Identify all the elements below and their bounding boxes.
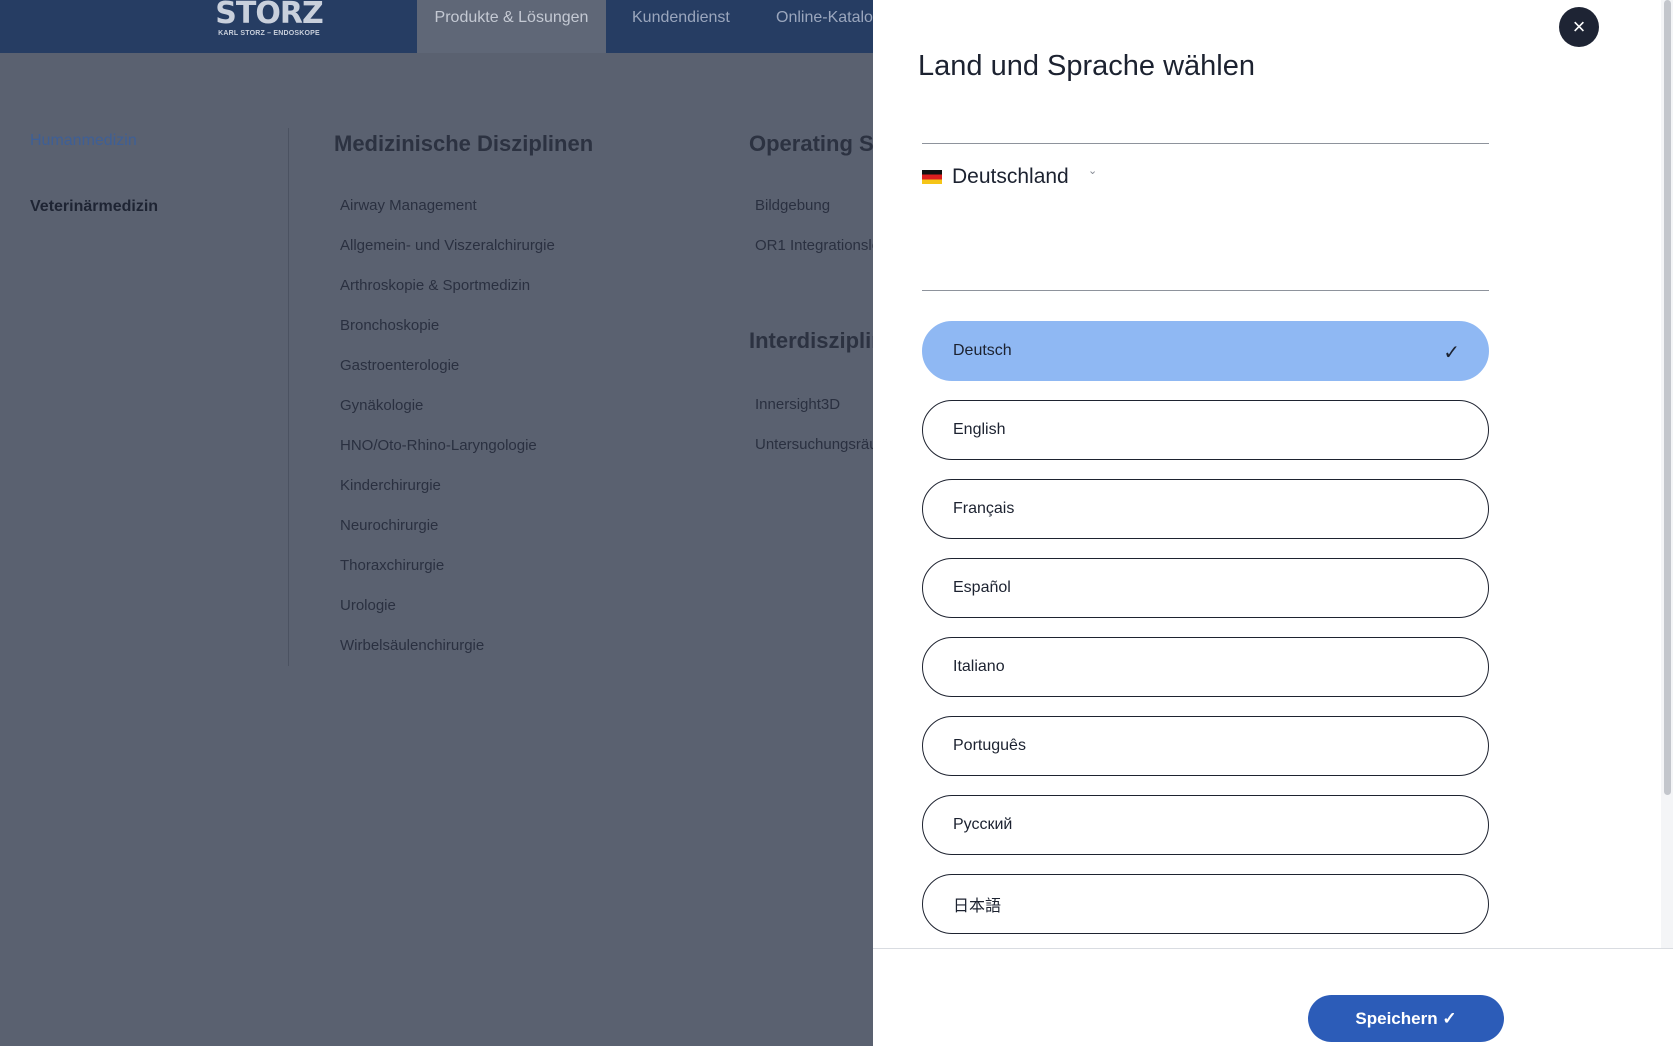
language-option-francais[interactable]: Français <box>922 479 1489 539</box>
menu-link[interactable]: Gynäkologie <box>340 397 555 437</box>
scrollbar-thumb[interactable] <box>1664 0 1671 795</box>
check-icon: ✓ <box>1443 342 1460 364</box>
sidebar-item-humanmedizin[interactable]: Humanmedizin <box>30 132 137 150</box>
language-label: Русский <box>953 816 1013 833</box>
chevron-down-icon: ⌄ <box>1088 165 1098 177</box>
menu-link[interactable]: Airway Management <box>340 197 555 237</box>
language-label: 日本語 <box>953 898 1002 915</box>
language-label: Español <box>953 579 1011 596</box>
menu-link[interactable]: Bildgebung <box>755 197 873 237</box>
language-dialog: Land und Sprache wählen × Deutschland ⌄ … <box>873 0 1673 1046</box>
country-value: Deutschland <box>952 165 1069 188</box>
sidebar-item-veterinaermedizin[interactable]: Veterinärmedizin <box>30 198 158 216</box>
language-label: Português <box>953 737 1026 754</box>
menu-link[interactable]: Untersuchungsräume <box>755 436 873 476</box>
menu-link[interactable]: Thoraxchirurgie <box>340 557 555 597</box>
close-button[interactable]: × <box>1559 7 1599 47</box>
language-label: English <box>953 421 1006 438</box>
divider <box>922 290 1489 291</box>
menu-link[interactable]: Urologie <box>340 597 555 637</box>
storz-logo[interactable]: STORZ KARL STORZ – ENDOSKOPE <box>213 0 325 40</box>
menu-link[interactable]: OR1 Integrationslösungen <box>755 237 873 277</box>
scrollbar[interactable] <box>1661 0 1673 948</box>
menu-link[interactable]: Wirbelsäulenchirurgie <box>340 637 555 677</box>
dialog-title: Land und Sprache wählen <box>918 50 1255 82</box>
menu-heading-disziplinen: Medizinische Disziplinen <box>334 131 594 156</box>
menu-list-operating-suite: Bildgebung OR1 Integrationslösungen <box>755 197 873 277</box>
language-option-italiano[interactable]: Italiano <box>922 637 1489 697</box>
menu-list-interdisziplinaer: Innersight3D Untersuchungsräume <box>755 396 873 476</box>
menu-list-disziplinen: Airway Management Allgemein- und Viszera… <box>340 197 555 677</box>
language-option-espanol[interactable]: Español <box>922 558 1489 618</box>
menu-link[interactable]: Gastroenterologie <box>340 357 555 397</box>
country-select[interactable]: Deutschland ⌄ <box>922 162 1132 192</box>
language-option-deutsch[interactable]: Deutsch ✓ <box>922 321 1489 381</box>
menu-divider <box>288 128 289 666</box>
menu-link[interactable]: Innersight3D <box>755 396 873 436</box>
tab-kundendienst[interactable]: Kundendienst <box>632 0 730 53</box>
language-option-japanese[interactable]: 日本語 <box>922 874 1489 934</box>
logo-subline: KARL STORZ – ENDOSKOPE <box>218 30 320 37</box>
top-navigation-bar: STORZ KARL STORZ – ENDOSKOPE Produkte & … <box>0 0 873 53</box>
footer-divider <box>873 948 1673 949</box>
menu-link[interactable]: Kinderchirurgie <box>340 477 555 517</box>
language-option-english[interactable]: English <box>922 400 1489 460</box>
menu-link[interactable]: Bronchoskopie <box>340 317 555 357</box>
language-option-russian[interactable]: Русский <box>922 795 1489 855</box>
menu-link[interactable]: Arthroskopie & Sportmedizin <box>340 277 555 317</box>
menu-link[interactable]: Neurochirurgie <box>340 517 555 557</box>
save-button[interactable]: Speichern ✓ <box>1308 995 1504 1042</box>
language-option-portugues[interactable]: Português <box>922 716 1489 776</box>
flag-germany-icon <box>922 170 942 184</box>
divider <box>922 143 1489 144</box>
language-label: Italiano <box>953 658 1005 675</box>
menu-heading-operating-suite: Operating Suite <box>749 131 873 156</box>
language-label: Français <box>953 500 1015 517</box>
tab-produkte-loesungen[interactable]: Produkte & Lösungen <box>417 0 606 53</box>
language-label: Deutsch <box>953 342 1012 359</box>
close-icon: × <box>1572 14 1586 39</box>
menu-link[interactable]: HNO/Oto-Rhino-Laryngologie <box>340 437 555 477</box>
tab-online-katalog[interactable]: Online-Katalog <box>776 0 873 53</box>
menu-link[interactable]: Allgemein- und Viszeralchirurgie <box>340 237 555 277</box>
language-list: Deutsch ✓ English Français Español Itali… <box>922 321 1489 953</box>
menu-heading-interdisziplinaer: Interdisziplinär <box>749 328 873 353</box>
logo-wordmark: STORZ <box>215 0 323 31</box>
